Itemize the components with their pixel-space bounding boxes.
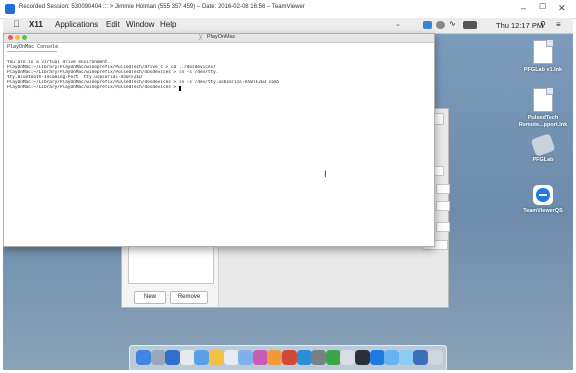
teamviewer-status-icon[interactable] [423, 21, 432, 29]
photos-icon[interactable] [179, 350, 195, 365]
notes-icon[interactable] [209, 350, 224, 365]
system-preferences-icon[interactable] [311, 350, 327, 365]
window-title: Recorded Session: 530090404 ::: > Jimmie… [19, 4, 305, 10]
document-icon [533, 88, 553, 112]
preview-icon[interactable] [238, 350, 254, 365]
menu-edit[interactable]: Edit [106, 20, 120, 29]
teamviewer-icon [533, 185, 553, 205]
itunes-icon[interactable] [252, 350, 268, 365]
app-store-icon[interactable] [296, 350, 312, 365]
list-icon[interactable]: ≡ [556, 20, 561, 29]
desktop-icon-label: PFGLab v1.lnk [523, 67, 563, 73]
wifi-icon[interactable]: ∿ [449, 19, 456, 28]
console-heading-rule [7, 51, 57, 52]
menubar-clock[interactable]: Thu 12:17 PM [496, 21, 543, 30]
mac-menubar:  X11 Applications Edit Window Help ⌄ ∿ … [3, 18, 573, 34]
ibooks-icon[interactable] [267, 350, 283, 365]
terminal-title: PlayOnMac [207, 34, 236, 40]
safari-icon[interactable] [165, 350, 181, 365]
teamviewer-logo-icon [5, 4, 15, 14]
zoom-window-button[interactable] [22, 35, 27, 40]
finder-folder-icon[interactable] [413, 350, 429, 365]
config-field[interactable] [436, 184, 450, 194]
console-heading: PlayOnMac Console [7, 44, 59, 50]
calendar-icon[interactable] [223, 350, 239, 365]
x11-icon: ╳ [199, 35, 203, 41]
terminal-output[interactable]: You are in a virtual drive environment. … [7, 60, 431, 91]
desktop-icon-label: PFGLab [532, 157, 554, 163]
terminal-prompt: PlayOnMac:~/Library/PlayOnMac/wineprefix… [7, 85, 179, 91]
pfglab-app-icon [530, 133, 556, 157]
menu-window[interactable]: Window [126, 20, 154, 29]
xquartz-icon[interactable] [340, 350, 356, 365]
launchpad-icon[interactable] [150, 350, 166, 365]
search-icon[interactable]: ⚲ [540, 20, 546, 29]
ibeam-cursor-icon: I [324, 170, 327, 180]
maximize-button[interactable]: ☐ [539, 2, 546, 11]
desktop-icon-label: PulsedTech Remote...pport.lnk [518, 115, 568, 128]
desktop-icon-pfglab-lnk[interactable]: PFGLab v1.lnk [513, 40, 573, 74]
menu-help[interactable]: Help [160, 20, 176, 29]
playonmac-icon[interactable] [325, 350, 341, 365]
remove-button[interactable]: Remove [170, 291, 208, 304]
text-cursor [178, 85, 181, 91]
config-field[interactable] [436, 222, 450, 232]
document-icon [533, 40, 553, 64]
playonmac-terminal-window[interactable]: ╳ PlayOnMac PlayOnMac Console You are in… [3, 33, 435, 247]
close-window-button[interactable] [8, 35, 13, 40]
close-button[interactable]: ✕ [558, 3, 566, 14]
minimize-window-button[interactable] [15, 35, 20, 40]
photobooth-icon[interactable] [282, 350, 297, 365]
terminal-titlebar: ╳ PlayOnMac [4, 34, 434, 43]
apple-menu-icon[interactable]:  [13, 19, 20, 29]
desktop-icon-pfglab[interactable]: PFGLab [513, 133, 573, 164]
trash-icon[interactable] [428, 350, 443, 365]
teamviewer-icon[interactable] [369, 350, 385, 365]
remote-screen[interactable]:  X11 Applications Edit Window Help ⌄ ∿ … [3, 18, 573, 370]
terminal-prompt-line[interactable]: PlayOnMac:~/Library/PlayOnMac/wineprefix… [7, 85, 431, 91]
menu-app-name[interactable]: X11 [29, 20, 43, 29]
menu-applications[interactable]: Applications [55, 20, 98, 29]
mail-icon[interactable] [194, 350, 210, 365]
finder-icon[interactable] [136, 350, 151, 365]
teamviewer-titlebar: Recorded Session: 530090404 ::: > Jimmie… [0, 0, 576, 19]
battery-icon[interactable] [463, 21, 477, 29]
desktop-icon-pulsedtech-lnk[interactable]: PulsedTech Remote...pport.lnk [513, 88, 573, 129]
x11-icon[interactable] [355, 350, 370, 365]
desktop-icon-teamviewerqs[interactable]: TeamViewerQS [513, 185, 573, 215]
folder-icon[interactable] [384, 350, 400, 365]
minimize-button[interactable]: – [521, 3, 526, 13]
dock [129, 345, 447, 370]
chevron-down-icon[interactable]: ⌄ [395, 20, 401, 28]
config-field[interactable] [436, 201, 450, 211]
downloads-icon[interactable] [398, 350, 414, 365]
sync-status-icon[interactable] [436, 21, 445, 29]
desktop-icon-label: TeamViewerQS [523, 208, 563, 214]
new-button[interactable]: New [134, 291, 166, 304]
